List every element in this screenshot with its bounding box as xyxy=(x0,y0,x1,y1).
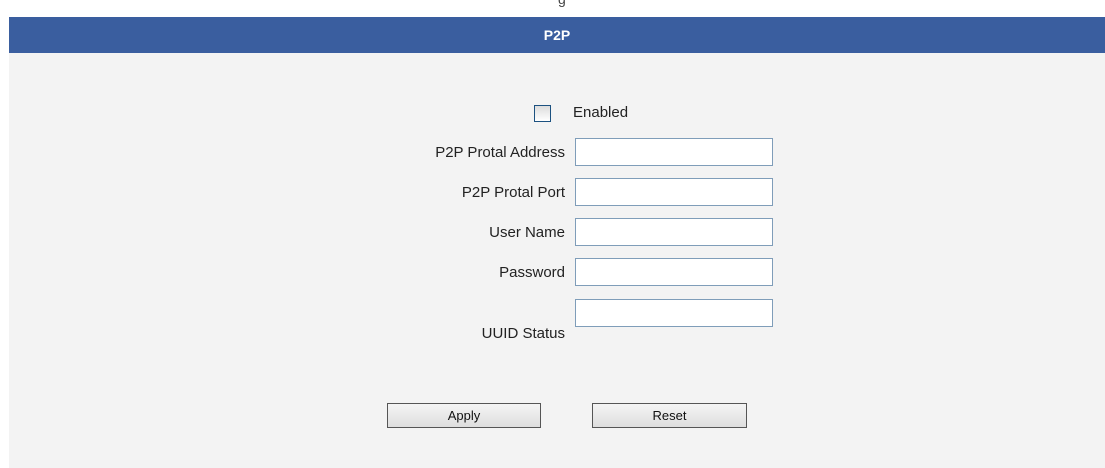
truncated-text: g xyxy=(558,0,566,7)
panel-title: P2P xyxy=(543,27,571,43)
password-label: Password xyxy=(499,264,565,281)
uuid-status-label: UUID Status xyxy=(481,325,565,342)
p2p-portal-port-label: P2P Protal Port xyxy=(461,184,565,201)
top-strip: g xyxy=(0,0,1105,17)
uuid-status-input[interactable] xyxy=(575,299,773,327)
enabled-checkbox[interactable] xyxy=(534,105,551,122)
settings-panel: P2P Enabled P2P Protal Address P2P Prota… xyxy=(9,17,1105,468)
row-uuid-status: UUID Status xyxy=(9,299,1105,342)
apply-button[interactable]: Apply xyxy=(387,403,541,428)
row-p2p-portal-port: P2P Protal Port xyxy=(9,178,1105,208)
p2p-portal-address-input[interactable] xyxy=(575,138,773,166)
panel-header: P2P xyxy=(9,17,1105,53)
row-user-name: User Name xyxy=(9,218,1105,248)
row-password: Password xyxy=(9,258,1105,288)
p2p-portal-port-input[interactable] xyxy=(575,178,773,206)
password-input[interactable] xyxy=(575,258,773,286)
p2p-settings-page: g P2P Enabled P2P Protal Address P2P Pro… xyxy=(0,0,1105,468)
p2p-portal-address-label: P2P Protal Address xyxy=(435,144,565,161)
enabled-label: Enabled xyxy=(573,104,629,121)
user-name-input[interactable] xyxy=(575,218,773,246)
user-name-label: User Name xyxy=(489,224,565,241)
reset-button[interactable]: Reset xyxy=(592,403,747,428)
row-p2p-portal-address: P2P Protal Address xyxy=(9,138,1105,168)
